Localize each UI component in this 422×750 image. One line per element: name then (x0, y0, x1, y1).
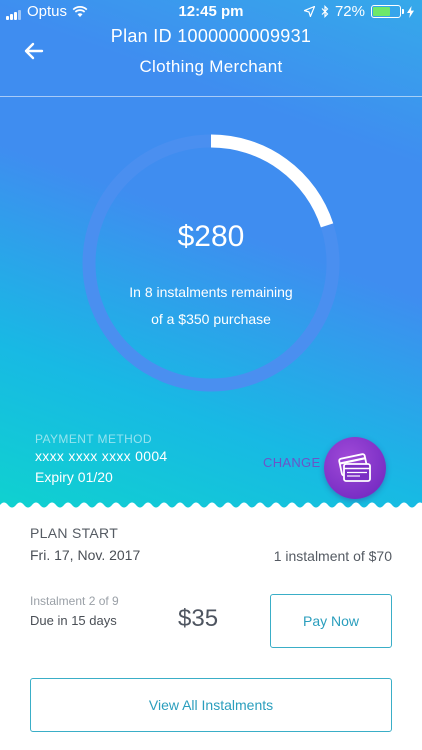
plan-summary: $280 In 8 instalments remaining of a $35… (82, 134, 340, 392)
header-divider (0, 96, 422, 97)
location-arrow-icon (303, 6, 315, 17)
credit-cards-icon (338, 453, 371, 482)
pay-now-button[interactable]: Pay Now (270, 594, 392, 648)
card-expiry: Expiry 01/20 (35, 469, 113, 485)
plan-id-title: Plan ID 1000000009931 (110, 26, 312, 46)
payment-method-label: PAYMENT METHOD (35, 432, 152, 446)
charging-bolt-icon (407, 5, 414, 18)
view-all-instalments-button[interactable]: View All Instalments (30, 678, 392, 732)
merchant-name: Clothing Merchant (139, 57, 283, 76)
nav-header: Plan ID 1000000009931 Clothing Merchant (0, 24, 422, 96)
instalment-panel: PLAN START Fri. 17, Nov. 2017 1 instalme… (0, 510, 422, 750)
instalment-number: Instalment 2 of 9 (30, 594, 119, 608)
wave-edge (0, 502, 422, 510)
remaining-instalments-text: In 8 instalments remaining (129, 284, 293, 300)
change-payment-link[interactable]: CHANGE (263, 455, 320, 470)
instalment-amount: $35 (178, 605, 219, 632)
change-card-button[interactable] (324, 437, 386, 499)
battery-icon (371, 5, 404, 18)
instalment-due: Due in 15 days (30, 613, 117, 628)
bluetooth-icon (321, 5, 329, 18)
first-instalment-text: 1 instalment of $70 (273, 548, 392, 564)
status-bar: Optus 12:45 pm 72% (0, 0, 422, 24)
status-right: 72% (303, 3, 414, 20)
plan-start-label: PLAN START (30, 525, 119, 541)
card-number: xxxx xxxx xxxx 0004 (35, 448, 168, 464)
remaining-amount: $280 (177, 220, 245, 253)
plan-start-date: Fri. 17, Nov. 2017 (30, 547, 141, 563)
purchase-total-text: of a $350 purchase (151, 311, 271, 327)
battery-percent: 72% (334, 3, 365, 20)
plan-hero: Optus 12:45 pm 72% Plan ID 1000000009931… (0, 0, 422, 510)
